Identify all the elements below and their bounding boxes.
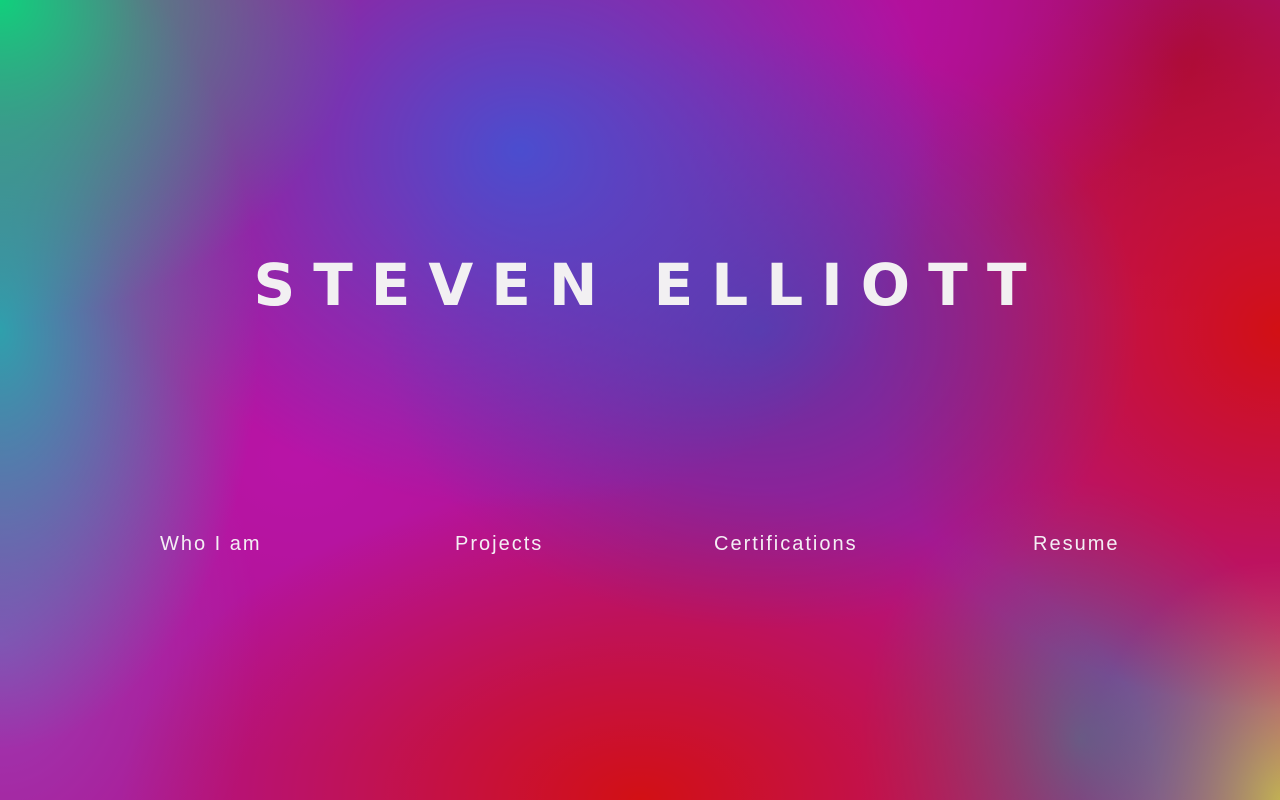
page-title: STEVEN ELLIOTT [253,250,1045,319]
main-navigation: Who I am Projects Certifications Resume [0,530,1280,560]
nav-link-who-i-am[interactable]: Who I am [160,530,262,558]
nav-link-certifications[interactable]: Certifications [714,530,858,558]
gradient-background [0,0,1280,800]
nav-link-resume[interactable]: Resume [1033,530,1119,558]
nav-link-projects[interactable]: Projects [455,530,543,558]
